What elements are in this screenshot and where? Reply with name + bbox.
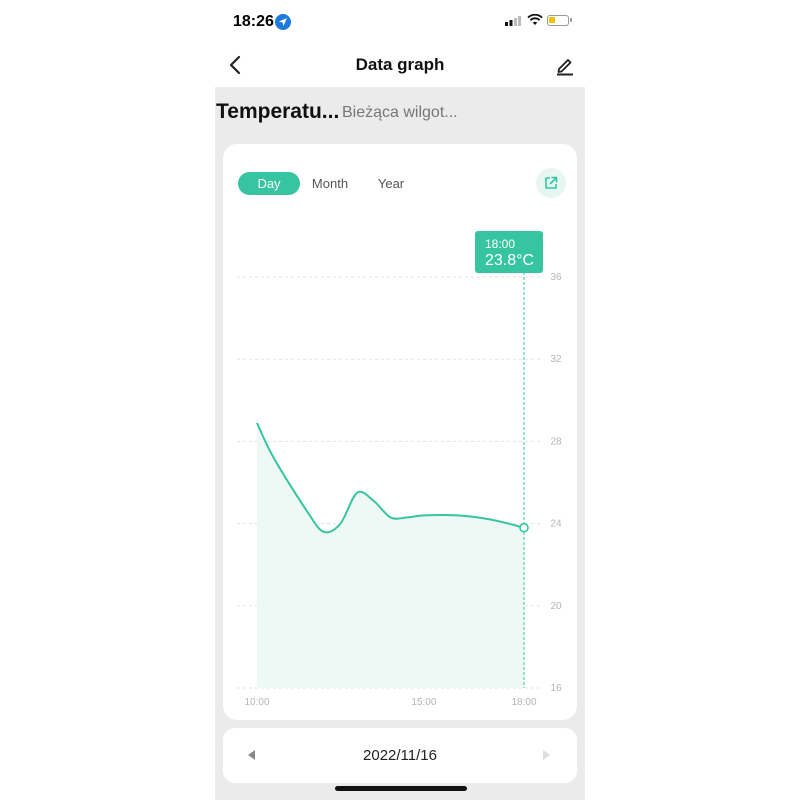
top-bar: 18:26 Data graph xyxy=(215,0,585,87)
battery-icon xyxy=(547,15,572,26)
edit-icon[interactable] xyxy=(554,54,576,76)
x-tick-label: 10:00 xyxy=(244,697,269,708)
y-tick-label: 32 xyxy=(550,354,562,365)
tab-temperature[interactable]: Temperatu... xyxy=(216,100,339,124)
y-tick-label: 16 xyxy=(550,683,562,694)
phone-screen: 18:26 Data graph Temperatu... Bieżąca wi… xyxy=(215,0,585,800)
current-date: 2022/11/16 xyxy=(363,747,437,764)
chart-card: Day Month Year 16 20 24 28 32 36 10:00 15:00 18:… xyxy=(223,144,577,720)
y-tick-label: 28 xyxy=(550,436,562,447)
page-title: Data graph xyxy=(355,55,445,74)
date-navigator: 2022/11/16 xyxy=(223,728,577,783)
tooltip-time: 18:00 xyxy=(485,237,516,251)
home-indicator xyxy=(335,786,467,791)
x-tick-label: 18:00 xyxy=(511,697,536,708)
chart-tooltip: 18:00 23.8°C xyxy=(475,231,543,273)
y-tick-label: 36 xyxy=(550,272,562,283)
tab-humidity[interactable]: Bieżąca wilgot... xyxy=(342,104,458,122)
cellular-signal-icon xyxy=(505,16,521,26)
location-arrow-icon xyxy=(275,14,291,30)
next-day-button[interactable] xyxy=(539,747,553,763)
x-tick-label: 15:00 xyxy=(411,697,436,708)
wifi-icon xyxy=(527,14,543,25)
metric-tabs: Temperatu... Bieżąca wilgot... xyxy=(215,98,585,128)
y-tick-label: 24 xyxy=(550,519,562,530)
series-area xyxy=(257,422,524,688)
highlight-point[interactable] xyxy=(519,522,529,533)
tooltip-value: 23.8°C xyxy=(485,252,535,269)
y-tick-label: 20 xyxy=(550,601,562,612)
status-time: 18:26 xyxy=(233,13,274,30)
